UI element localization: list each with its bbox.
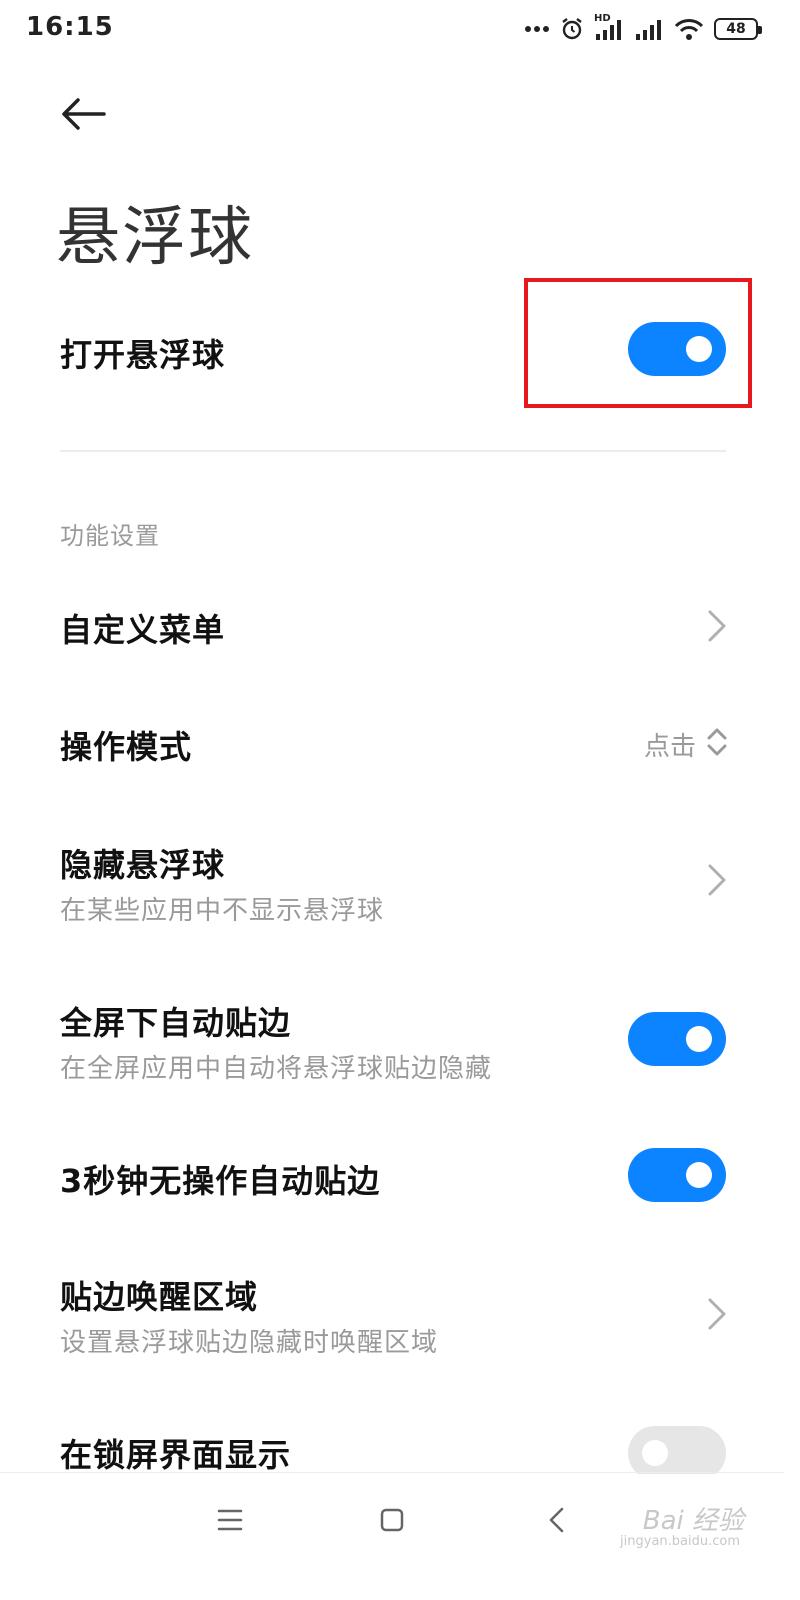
chevron-right-icon	[708, 610, 726, 642]
section-header: 功能设置	[60, 522, 160, 550]
toggle-knob	[686, 1026, 712, 1052]
signal-icon	[636, 20, 661, 40]
highlight-box	[524, 278, 752, 408]
fullscreen-edge-toggle[interactable]	[628, 1012, 726, 1066]
main-toggle-label: 打开悬浮球	[60, 336, 226, 374]
signal-hd-icon: HD	[594, 13, 624, 41]
status-time: 16:15	[26, 12, 114, 42]
menu-icon[interactable]	[210, 1500, 250, 1540]
list-item-label: 操作模式	[60, 728, 193, 766]
divider	[60, 450, 726, 452]
operation-mode-value: 点击	[643, 732, 696, 762]
list-item-label: 在锁屏界面显示	[60, 1436, 292, 1474]
updown-icon	[707, 728, 727, 756]
status-icons: HD 48	[524, 12, 762, 46]
list-item-label: 自定义菜单	[60, 611, 226, 649]
toggle-knob	[686, 1162, 712, 1188]
arrow-left-icon[interactable]	[56, 90, 112, 138]
list-item-label: 全屏下自动贴边	[60, 1004, 292, 1042]
toggle-knob	[642, 1440, 668, 1466]
watermark: Bai 经验	[642, 1506, 744, 1536]
wifi-icon	[674, 19, 704, 40]
list-item-subtitle: 在全屏应用中自动将悬浮球贴边隐藏	[60, 1054, 493, 1084]
more-dots-icon	[525, 26, 549, 32]
battery-level: 48	[726, 21, 746, 37]
chevron-right-icon	[708, 1298, 726, 1330]
chevron-right-icon	[708, 864, 726, 896]
list-item-label: 隐藏悬浮球	[60, 846, 226, 884]
list-item-subtitle: 在某些应用中不显示悬浮球	[60, 896, 385, 926]
idle-edge-toggle[interactable]	[628, 1148, 726, 1202]
list-item-label: 3秒钟无操作自动贴边	[60, 1162, 381, 1200]
page-title: 悬浮球	[56, 201, 254, 275]
navbar-divider	[0, 1472, 784, 1473]
alarm-icon	[562, 18, 582, 40]
battery-icon: 48	[714, 18, 762, 40]
home-icon[interactable]	[372, 1500, 412, 1540]
list-item-subtitle: 设置悬浮球贴边隐藏时唤醒区域	[60, 1328, 439, 1358]
watermark-url: jingyan.baidu.com	[620, 1534, 740, 1549]
list-item-label: 贴边唤醒区域	[60, 1278, 259, 1316]
back-icon[interactable]	[538, 1500, 578, 1540]
